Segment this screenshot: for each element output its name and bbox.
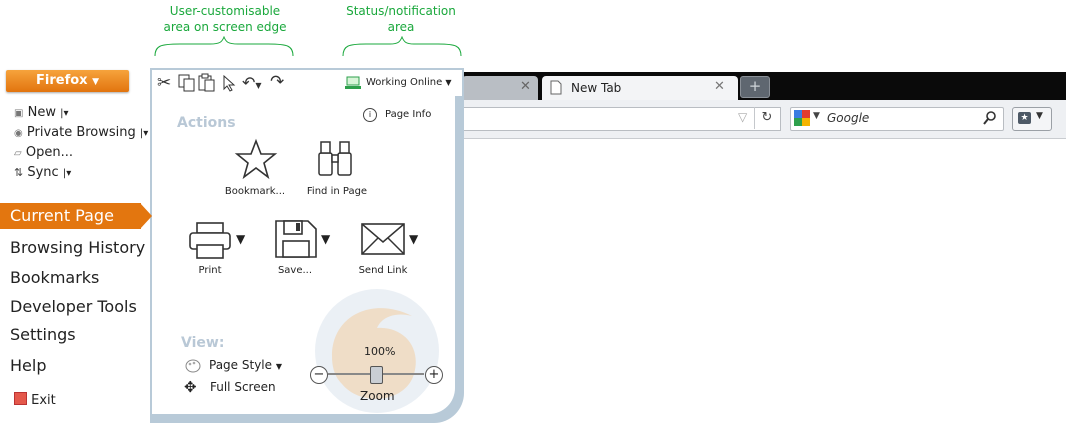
- star-bookmark-icon: ★: [1018, 112, 1031, 124]
- zoom-percent: 100%: [364, 345, 396, 358]
- search-icon[interactable]: [983, 111, 997, 125]
- menu-exit-label: Exit: [31, 393, 56, 408]
- annotation-customisable-area: User-customisable area on screen edge: [160, 3, 290, 35]
- split-dropdown-icon[interactable]: |▾: [140, 128, 148, 139]
- google-icon[interactable]: [794, 110, 810, 126]
- save-dropdown-icon[interactable]: ▼: [321, 232, 330, 246]
- actions-heading: Actions: [177, 115, 236, 131]
- zoom-label: Zoom: [360, 389, 395, 403]
- engine-dropdown-icon[interactable]: ▼: [813, 111, 820, 121]
- info-icon[interactable]: i: [363, 108, 377, 122]
- chevron-down-icon: ▼: [445, 78, 452, 87]
- search-placeholder: Google: [827, 111, 870, 125]
- tab-close-icon[interactable]: ✕: [714, 79, 725, 94]
- url-bar[interactable]: ▽ ↻: [462, 107, 781, 131]
- menu-item-settings[interactable]: Settings: [10, 325, 76, 344]
- page-info-link[interactable]: Page Info: [385, 109, 431, 120]
- page-style-menu[interactable]: Page Style ▼: [209, 358, 282, 372]
- menu-item-open[interactable]: ▱ Open...: [14, 145, 73, 160]
- menu-item-help[interactable]: Help: [10, 356, 46, 375]
- send-link-button[interactable]: Send Link: [350, 265, 416, 276]
- printer-icon[interactable]: [188, 221, 234, 261]
- annotation-brace-left: [154, 36, 294, 57]
- page-icon: [550, 80, 562, 95]
- menu-item-new[interactable]: ▣ New |▾: [14, 105, 68, 120]
- bookmarks-menu-button[interactable]: ★ ▼: [1012, 107, 1052, 131]
- print-dropdown-icon[interactable]: ▼: [236, 232, 245, 246]
- tab-title: New Tab: [571, 81, 622, 95]
- menu-sync-label: Sync: [27, 165, 59, 180]
- zoom-slider-thumb[interactable]: [370, 366, 383, 384]
- chevron-down-icon: ▼: [92, 77, 99, 87]
- cut-icon[interactable]: ✂: [157, 73, 171, 93]
- menu-new-label: New: [27, 105, 56, 120]
- fullscreen-icon: ✥: [184, 378, 197, 396]
- current-page-label: Current Page: [10, 206, 114, 225]
- save-disk-icon[interactable]: [274, 219, 318, 259]
- palette-icon: [185, 359, 201, 373]
- sync-icon: ⇅: [14, 166, 24, 179]
- split-dropdown-icon[interactable]: |▾: [63, 168, 71, 179]
- mask-icon: ◉: [14, 128, 23, 139]
- menu-item-current-page[interactable]: Current Page: [0, 203, 141, 229]
- view-heading: View:: [181, 335, 225, 351]
- tab-close-icon[interactable]: ✕: [520, 79, 531, 94]
- copy-icon[interactable]: [178, 74, 196, 92]
- new-window-icon: ▣: [14, 108, 24, 119]
- annotation-right-text: Status/notification area: [346, 4, 456, 34]
- firefox-menu-button[interactable]: Firefox ▼: [6, 70, 129, 92]
- working-online-label: Working Online: [366, 77, 443, 88]
- annotation-brace-right: [342, 36, 462, 57]
- firefox-button-label: Firefox: [36, 73, 88, 88]
- current-page-pointer: [140, 203, 152, 229]
- annotation-left-text: User-customisable area on screen edge: [163, 4, 287, 34]
- menu-open-label: Open...: [25, 145, 73, 160]
- exit-icon: [14, 392, 27, 405]
- new-tab-button[interactable]: +: [740, 76, 770, 98]
- page-style-label: Page Style: [209, 358, 273, 372]
- zoom-out-button[interactable]: −: [310, 366, 328, 384]
- full-screen-button[interactable]: Full Screen: [210, 380, 276, 394]
- chevron-down-icon: ▼: [275, 362, 282, 371]
- split-dropdown-icon[interactable]: |▾: [60, 108, 68, 119]
- tab-new-tab[interactable]: New Tab ✕: [542, 76, 738, 100]
- menu-item-private-browsing[interactable]: ◉ Private Browsing |▾: [14, 125, 148, 140]
- find-in-page-button[interactable]: Find in Page: [302, 186, 372, 197]
- working-online-status[interactable]: Working Online ▼: [366, 77, 452, 88]
- bookmark-star-icon[interactable]: [234, 138, 278, 180]
- menu-item-bookmarks[interactable]: Bookmarks: [10, 268, 99, 287]
- send-link-dropdown-icon[interactable]: ▼: [409, 232, 418, 246]
- reload-icon[interactable]: ↻: [754, 107, 779, 129]
- menu-private-label: Private Browsing: [26, 125, 136, 140]
- network-status-icon: [345, 76, 361, 89]
- paste-icon[interactable]: [198, 73, 216, 92]
- undo-icon[interactable]: ↶▼: [242, 73, 262, 92]
- bookmark-button[interactable]: Bookmark...: [220, 186, 290, 197]
- menu-item-sync[interactable]: ⇅ Sync |▾: [14, 165, 71, 180]
- search-bar[interactable]: ▼ Google: [790, 107, 1004, 131]
- zoom-in-button[interactable]: +: [425, 366, 443, 384]
- print-button[interactable]: Print: [180, 265, 240, 276]
- menu-item-exit[interactable]: Exit: [14, 392, 56, 408]
- annotation-status-area: Status/notification area: [338, 3, 464, 35]
- save-button[interactable]: Save...: [265, 265, 325, 276]
- new-tab-plus: +: [748, 77, 762, 95]
- chevron-down-icon: ▼: [1036, 111, 1043, 121]
- redo-icon[interactable]: ↷: [270, 72, 284, 92]
- dropdown-arrow-icon[interactable]: ▽: [738, 110, 747, 124]
- menu-item-developer-tools[interactable]: Developer Tools: [10, 297, 137, 316]
- binoculars-icon[interactable]: [316, 139, 354, 179]
- folder-open-icon: ▱: [14, 148, 22, 159]
- menu-item-browsing-history[interactable]: Browsing History: [10, 238, 145, 257]
- envelope-icon[interactable]: [360, 222, 406, 256]
- select-cursor-icon[interactable]: [222, 75, 240, 92]
- tab-inactive[interactable]: ✕: [462, 76, 538, 100]
